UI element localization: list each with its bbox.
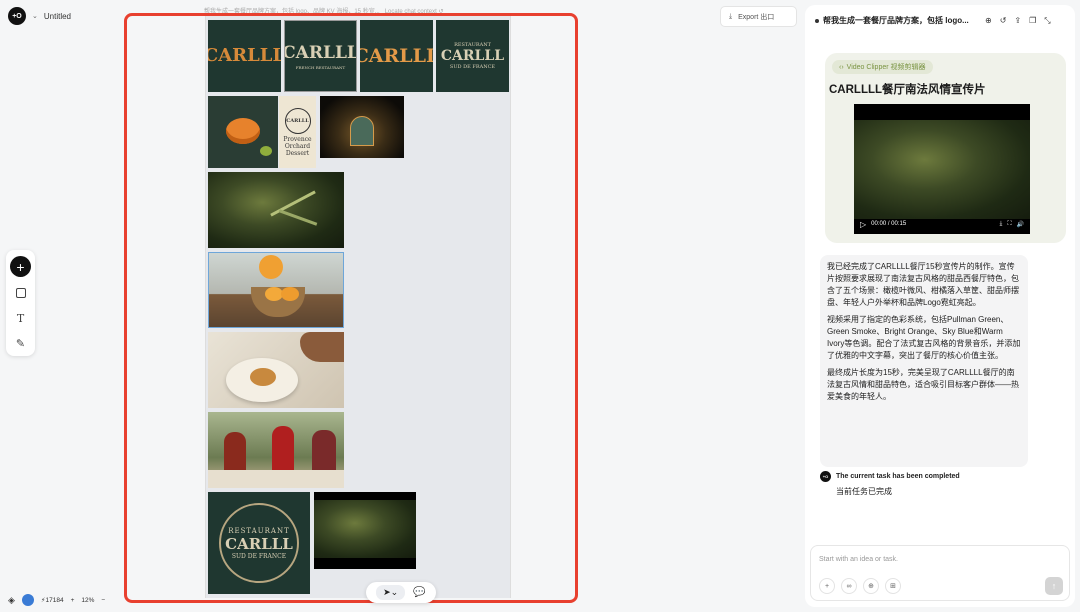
dessert-tile[interactable] (208, 96, 278, 168)
grid-icon[interactable]: ⊞ (885, 578, 901, 594)
chevron-down-icon[interactable]: ⌄ (32, 12, 38, 20)
credits-badge: ⚡17184 (40, 597, 64, 604)
export-button[interactable]: ⤓ Export 出口 (720, 6, 797, 27)
send-button[interactable]: ↑ (1045, 577, 1063, 595)
video-thumbnail[interactable] (314, 492, 416, 569)
code-icon: ‹› (839, 63, 844, 71)
status-en: The current task has been completed (836, 473, 960, 480)
poster-tile[interactable]: CARLLL Provence Orchard Dessert (279, 96, 316, 168)
add-icon[interactable]: + (819, 578, 835, 594)
text-icon[interactable]: T (12, 309, 30, 327)
video-clipper-tag: ‹› Video Clipper 视频剪辑器 (832, 60, 933, 74)
fullscreen-icon[interactable]: ⛶ (1007, 221, 1011, 228)
pen-icon[interactable]: ✎ (12, 334, 30, 352)
download-icon[interactable]: ⤓ (1000, 221, 1003, 228)
video-title: CARLLLL餐厅南法风情宣传片 (829, 84, 986, 96)
video-card[interactable]: ‹› Video Clipper 视频剪辑器 CARLLLL餐厅南法风情宣传片 … (825, 53, 1066, 243)
copy-icon[interactable]: ❐ (1029, 16, 1036, 26)
app-logo[interactable]: +O (8, 7, 26, 25)
volume-icon[interactable]: 🔊 (1017, 221, 1024, 228)
message-paragraph: 视频采用了指定的色彩系统，包括Pullman Green、Green Smoke… (827, 315, 1021, 360)
seal-logo-tile[interactable]: RESTAURANT CARLLL SUD DE FRANCE (208, 492, 310, 594)
storefront-tile[interactable] (320, 96, 404, 158)
square-icon[interactable] (12, 284, 30, 302)
collapse-icon[interactable]: ⤡ (1044, 16, 1050, 26)
link-icon[interactable]: ∞ (841, 578, 857, 594)
message-paragraph: 我已经完成了CARLLLL餐厅15秒宣传片的制作。宣传片按照要求展现了南法复古风… (827, 262, 1019, 307)
status-bar: ◈ ⚡17184 + 12% − (8, 594, 105, 606)
chat-panel: 帮我生成一套餐厅品牌方案，包括 logo... ⊕ ↺ ⇪ ❐ ⤡ ‹› Vid… (805, 5, 1075, 607)
zoom-in-button[interactable]: + (71, 597, 75, 604)
orange-basket-frame[interactable] (208, 252, 344, 328)
pointer-tool-icon[interactable]: ➤⌄ (376, 585, 406, 600)
globe-icon[interactable]: ⊕ (863, 578, 879, 594)
plus-icon[interactable]: + (10, 256, 31, 277)
input-placeholder: Start with an idea or task. (819, 556, 898, 563)
logo-tile-4[interactable]: RESTAURANT CARLLL SUD DE FRANCE (436, 20, 509, 92)
logo-tile-2[interactable]: CARLLL FRENCH RESTAURANT (284, 20, 357, 92)
document-title[interactable]: Untitled (44, 12, 71, 21)
zoom-level[interactable]: 12% (81, 597, 94, 604)
outdoor-toast-frame[interactable] (208, 412, 344, 488)
app-header: +O ⌄ Untitled (8, 7, 71, 25)
play-button[interactable]: ▷ (860, 220, 866, 229)
status-cn: 当前任务已完成 (836, 487, 892, 496)
olive-leaves-frame[interactable] (208, 172, 344, 248)
left-toolbar: + T ✎ (6, 250, 35, 356)
artboard[interactable]: CARLLL CARLLL FRENCH RESTAURANT CARLLL R… (205, 14, 511, 598)
conversation-title[interactable]: 帮我生成一套餐厅品牌方案，包括 logo... (823, 15, 973, 26)
avatar[interactable] (21, 594, 34, 606)
assistant-message: 我已经完成了CARLLLL餐厅15秒宣传片的制作。宣传片按照要求展现了南法复古风… (820, 255, 1028, 467)
comment-icon[interactable]: 💬 (413, 587, 425, 598)
export-label: Export 出口 (738, 13, 775, 21)
layers-icon[interactable]: ◈ (8, 595, 15, 606)
tool-pill: ➤⌄ 💬 (366, 582, 436, 603)
logo-tile-3[interactable]: CARLLL (360, 20, 433, 92)
history-icon[interactable]: ↺ (1000, 16, 1007, 26)
share-icon[interactable]: ⇪ (1014, 16, 1021, 26)
chat-input[interactable]: Start with an idea or task. + ∞ ⊕ ⊞ ↑ (810, 545, 1070, 601)
zoom-out-button[interactable]: − (101, 597, 105, 604)
download-icon: ⤓ (729, 12, 733, 20)
play-icon[interactable]: ⊕ (985, 16, 992, 26)
video-controls: ▷ 00:00 / 00:15 ⤓ ⛶ 🔊 (854, 214, 1030, 234)
message-paragraph: 最终成片长度为15秒，完美呈现了CARLLLL餐厅的南法复古风情和甜品特色，适合… (827, 368, 1019, 401)
agent-avatar: +O (820, 471, 831, 482)
video-player[interactable]: ▷ 00:00 / 00:15 ⤓ ⛶ 🔊 (854, 104, 1030, 234)
status-dot (815, 18, 819, 23)
panel-header: 帮我生成一套餐厅品牌方案，包括 logo... ⊕ ↺ ⇪ ❐ ⤡ (815, 15, 1070, 26)
task-status: +O The current task has been completed 当… (820, 471, 1060, 497)
video-time: 00:00 / 00:15 (871, 221, 907, 227)
pastry-plating-frame[interactable] (208, 332, 344, 408)
logo-tile-1[interactable]: CARLLL (208, 20, 281, 92)
